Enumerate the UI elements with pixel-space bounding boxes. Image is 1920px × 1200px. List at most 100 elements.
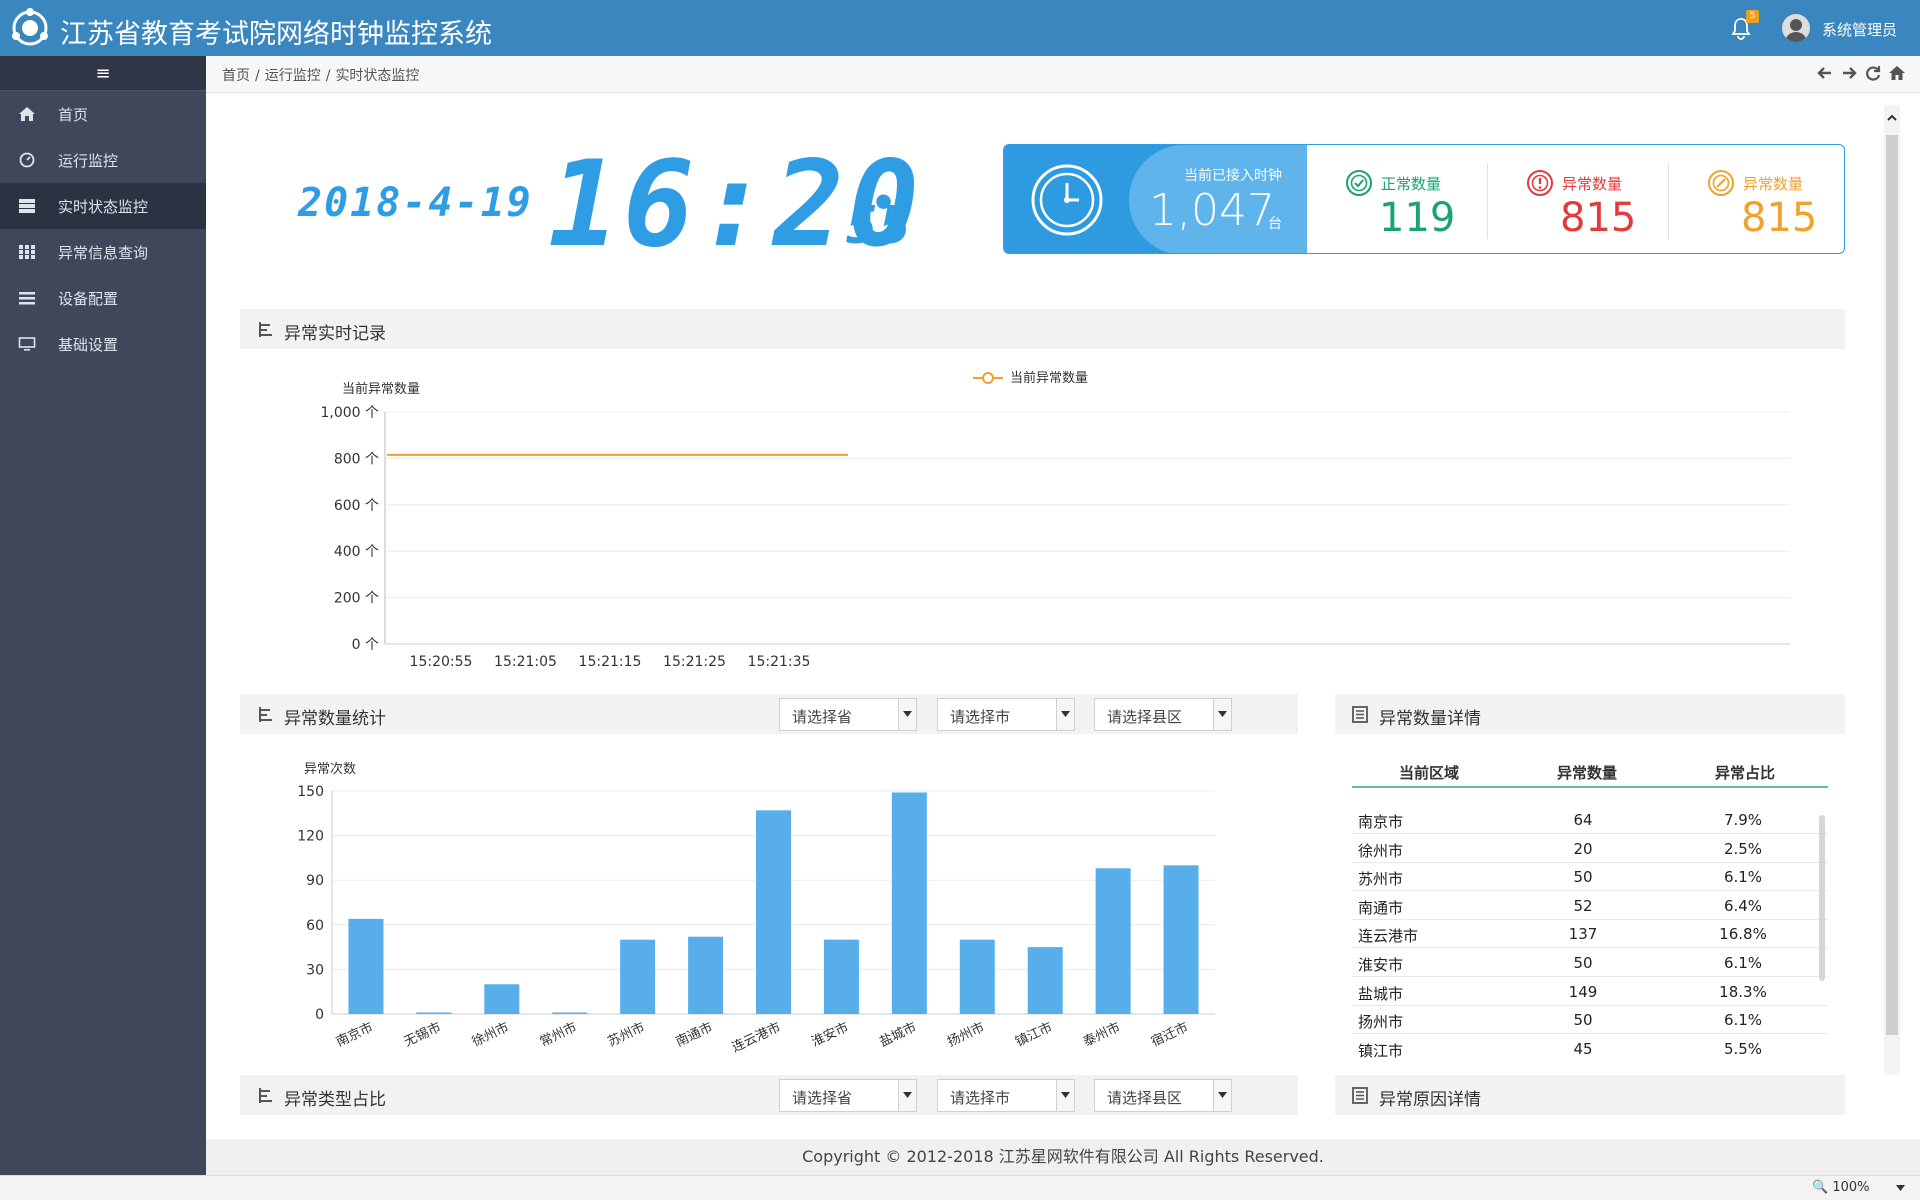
city-select[interactable]: 请选择市	[937, 698, 1075, 731]
y-tick-label: 0	[315, 1007, 324, 1023]
chevron-down-icon[interactable]	[898, 699, 916, 730]
sidebar-item-realtime-status[interactable]: 实时状态监控	[0, 183, 206, 229]
chevron-down-icon[interactable]	[1896, 1185, 1905, 1191]
y-tick-label: 60	[306, 918, 324, 934]
connected-clock-value: 1,047	[1149, 185, 1275, 236]
province-select[interactable]: 请选择省	[779, 698, 917, 731]
chevron-down-icon[interactable]	[1056, 699, 1074, 730]
avatar[interactable]	[1782, 14, 1810, 42]
cell-count: 45	[1573, 1039, 1593, 1058]
tree-icon	[259, 1088, 272, 1103]
x-tick-label: 淮安市	[809, 1019, 851, 1050]
bar	[959, 939, 995, 1014]
x-tick-label: 泰州市	[1081, 1019, 1123, 1050]
table-scrollbar[interactable]	[1819, 815, 1825, 981]
select-value: 请选择省	[792, 1089, 853, 1107]
sidebar-item-label: 运行监控	[58, 152, 119, 170]
section-title: 异常数量统计	[284, 709, 386, 729]
cell-ratio: 18.3%	[1719, 982, 1767, 1001]
section-count-detail-header: 异常数量详情	[1335, 694, 1845, 734]
x-tick-label: 徐州市	[469, 1019, 511, 1050]
cell-count: 64	[1573, 811, 1593, 829]
exception-detail-table: 当前区域 异常数量 异常占比 南京市 64 7.9% 徐州市 20 2.5% 苏州市 50 6.…	[1352, 752, 1828, 1062]
refresh-icon[interactable]	[1864, 64, 1882, 82]
y-tick-label: 400 个	[334, 544, 379, 560]
zoom-level[interactable]: 🔍 100%	[1812, 1180, 1870, 1195]
x-tick-label: 连云港市	[729, 1019, 783, 1055]
scrollbar-thumb[interactable]	[1886, 135, 1898, 1035]
y-tick-label: 90	[306, 873, 324, 889]
section-count-stats-header: 异常数量统计 请选择省 请选择市 请选择县区	[240, 694, 1298, 734]
cell-region: 扬州市	[1358, 1013, 1404, 1032]
home-icon	[19, 107, 35, 121]
alert-circle-icon	[1527, 170, 1553, 196]
sidebar-item-device-config[interactable]: 设备配置	[0, 275, 206, 321]
footer-copyright: Copyright © 2012-2018 江苏星网软件有限公司 All Rig…	[206, 1139, 1920, 1175]
sidebar-item-label: 异常信息查询	[58, 244, 149, 262]
document-icon	[1352, 1087, 1368, 1104]
cell-ratio: 6.1%	[1723, 868, 1763, 887]
arrow-left-icon[interactable]	[1816, 64, 1834, 82]
chevron-down-icon[interactable]	[1213, 1080, 1231, 1111]
chevron-down-icon[interactable]	[1213, 699, 1231, 730]
x-tick-label: 常州市	[537, 1019, 579, 1050]
section-title: 异常原因详情	[1379, 1090, 1481, 1110]
table-row: 南通市 52 6.4%	[1352, 892, 1828, 920]
cell-count: 50	[1573, 1011, 1593, 1030]
x-tick-label: 南通市	[673, 1019, 715, 1050]
vertical-scrollbar[interactable]	[1884, 105, 1900, 1075]
cell-region: 苏州市	[1358, 870, 1404, 889]
table-row: 苏州市 50 6.1%	[1352, 863, 1828, 892]
sidebar-item-basic-settings[interactable]: 基础设置	[0, 321, 206, 367]
section-realtime-header: 异常实时记录	[240, 309, 1845, 349]
breadcrumb-run-monitor[interactable]: 运行监控	[265, 68, 321, 84]
scroll-up-icon[interactable]	[1886, 111, 1898, 125]
chevron-down-icon[interactable]	[1056, 1080, 1074, 1111]
sidebar-item-label: 首页	[58, 106, 89, 124]
section-title: 异常数量详情	[1379, 709, 1481, 729]
stat-exception: 异常数量 815	[1488, 145, 1668, 253]
stat-label: 异常数量	[1562, 175, 1623, 193]
menu-toggle-button[interactable]: ≡	[0, 56, 206, 91]
district-select[interactable]: 请选择县区	[1094, 698, 1232, 731]
cell-ratio: 16.8%	[1719, 925, 1767, 944]
sidebar-item-home[interactable]: 首页	[0, 91, 206, 137]
sidebar-item-run-monitor[interactable]: 运行监控	[0, 137, 206, 183]
city-select[interactable]: 请选择市	[937, 1079, 1075, 1112]
forbidden-circle-icon	[1708, 170, 1734, 196]
monitor-icon	[18, 337, 36, 351]
breadcrumb-home[interactable]: 首页	[222, 68, 250, 84]
arrow-right-icon[interactable]	[1840, 64, 1858, 82]
home-icon[interactable]	[1888, 64, 1906, 82]
connected-clock-panel: 当前已接入时钟 1,047 台	[1004, 145, 1307, 253]
bar	[1163, 865, 1199, 1014]
y-tick-label: 0 个	[352, 637, 379, 653]
x-tick-label: 南京市	[334, 1019, 376, 1050]
bar	[552, 1012, 588, 1014]
cell-region: 连云港市	[1358, 927, 1419, 946]
table-row: 镇江市 45 5.5%	[1352, 1035, 1828, 1062]
chevron-down-icon[interactable]	[898, 1080, 916, 1111]
check-circle-icon	[1346, 170, 1372, 196]
x-tick-label: 扬州市	[945, 1019, 987, 1050]
select-value: 请选择市	[950, 1089, 1011, 1107]
y-tick-label: 1,000 个	[320, 405, 379, 421]
y-tick-label: 150	[297, 784, 324, 800]
cell-ratio: 6.4%	[1723, 896, 1763, 915]
tree-icon	[259, 707, 272, 722]
bar	[688, 936, 724, 1014]
logo-icon	[12, 8, 48, 46]
x-tick-label: 15:20:55	[410, 654, 473, 670]
grid-icon	[19, 245, 35, 259]
select-value: 请选择县区	[1107, 1089, 1183, 1107]
user-name[interactable]: 系统管理员	[1822, 19, 1897, 40]
province-select[interactable]: 请选择省	[779, 1079, 917, 1112]
bar	[416, 1012, 452, 1014]
bar	[620, 939, 656, 1014]
cell-count: 50	[1573, 868, 1593, 887]
sidebar-item-exception-query[interactable]: 异常信息查询	[0, 229, 206, 275]
stats-panel: 当前已接入时钟 1,047 台 正常数量 119 异常数量 815 异常数量 8…	[1003, 144, 1845, 254]
select-value: 请选择县区	[1107, 708, 1183, 726]
clock-seconds: 55	[846, 196, 913, 256]
district-select[interactable]: 请选择县区	[1094, 1079, 1232, 1112]
